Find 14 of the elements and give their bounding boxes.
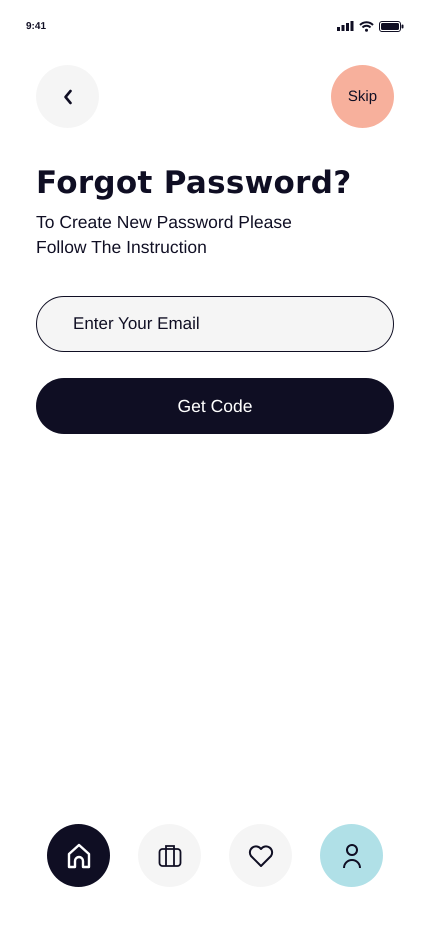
wifi-icon [359, 20, 374, 32]
skip-button[interactable]: Skip [331, 65, 394, 128]
get-code-button[interactable]: Get Code [36, 378, 394, 434]
status-time: 9:41 [26, 20, 46, 32]
page-title: Forgot Password? [36, 164, 353, 202]
heart-icon [248, 844, 274, 868]
chevron-left-icon [62, 88, 72, 104]
signal-icon [337, 21, 354, 31]
instruction-text: To Create New Password Please Follow The Instruction [36, 211, 293, 259]
suitcase-icon [158, 844, 182, 868]
home-icon [66, 842, 92, 868]
person-icon [342, 842, 362, 868]
battery-icon [379, 20, 404, 32]
email-field[interactable]: Enter Your Email [36, 296, 394, 352]
